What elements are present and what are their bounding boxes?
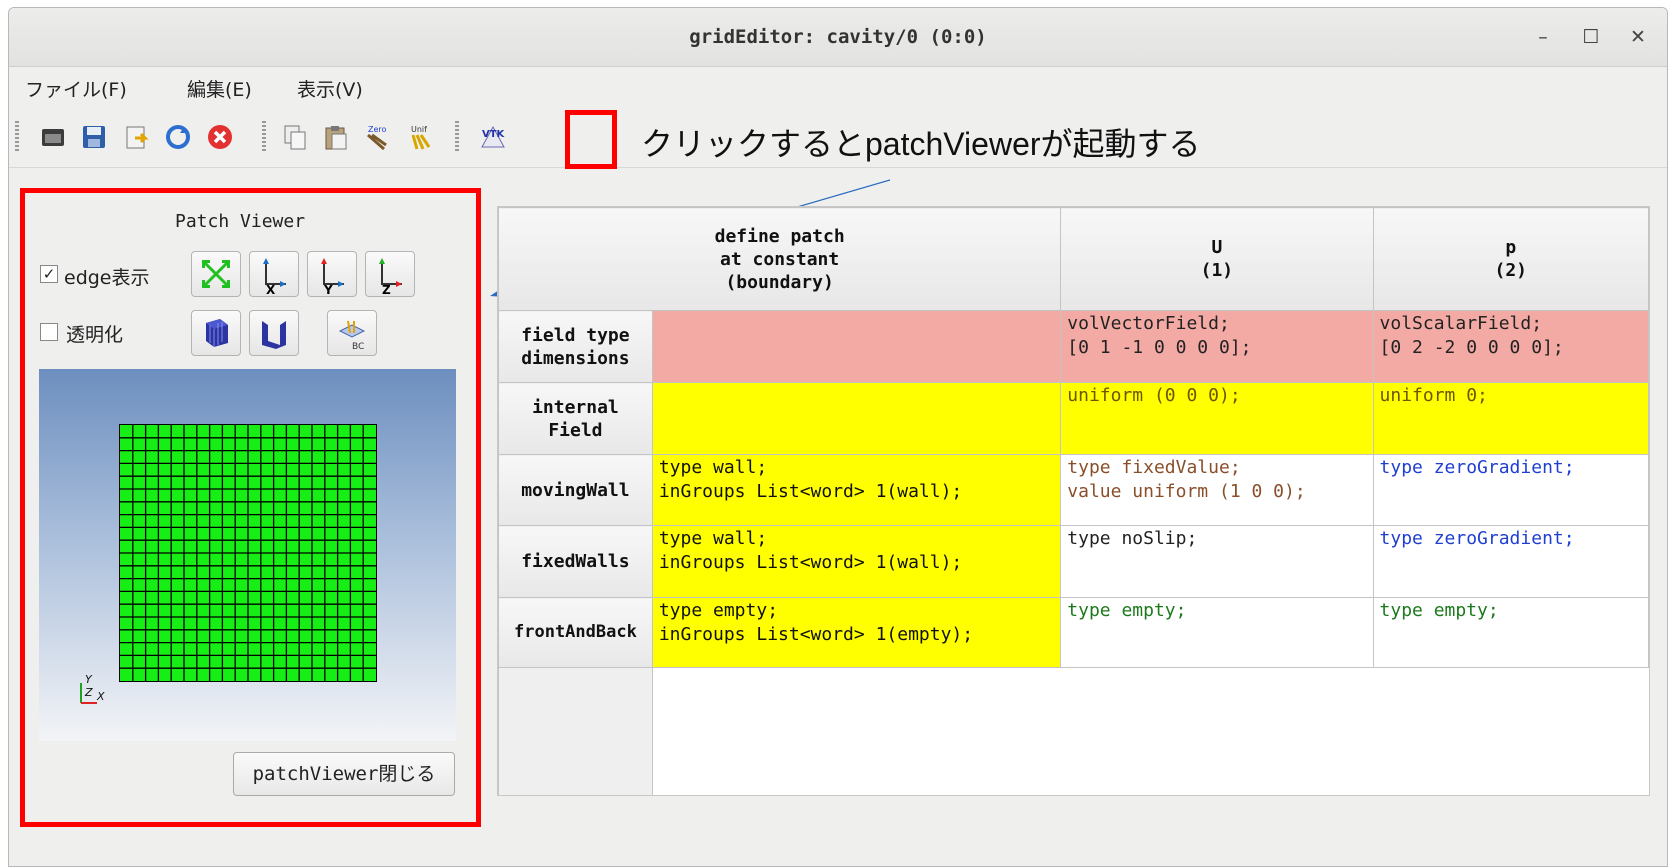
table-cell[interactable]: type wall; inGroups List<word> 1(wall); (651, 525, 1062, 598)
menu-file[interactable]: ファイル(F) (25, 75, 127, 102)
reload-icon[interactable] (164, 123, 192, 151)
toolbar-separator (455, 121, 459, 151)
mesh-grid-lines (120, 425, 376, 681)
toolbar-separator (262, 121, 266, 151)
table-cell[interactable]: uniform (0 0 0); (1060, 382, 1374, 455)
show-mesh-button[interactable] (191, 310, 241, 356)
empty-row (498, 667, 1649, 795)
table-cell[interactable]: type wall; inGroups List<word> 1(wall); (651, 454, 1062, 526)
mesh-patch (119, 424, 377, 682)
table-cell[interactable]: type fixedValue; value uniform (1 0 0); (1060, 454, 1374, 526)
axis-z-label: Z (84, 686, 93, 699)
axis-y-label: Y (85, 673, 93, 686)
svg-text:VTK: VTK (482, 129, 506, 140)
table-cell[interactable]: volScalarField; [0 2 -2 0 0 0 0]; (1372, 310, 1649, 383)
table-row: fixedWalls type wall; inGroups List<word… (498, 525, 1649, 598)
table-cell[interactable]: type zeroGradient; (1372, 525, 1649, 598)
menu-edit[interactable]: 編集(E) (187, 75, 252, 102)
boundary-grid: define patch at constant (boundary) U (1… (498, 207, 1649, 795)
svg-text:BC: BC (352, 342, 364, 352)
header-row: define patch at constant (boundary) U (1… (498, 207, 1649, 311)
vtk-icon-highlight (565, 110, 617, 169)
bc-icon: BC (338, 320, 366, 352)
axis-y-icon: Y (321, 258, 344, 297)
maximize-button[interactable]: ☐ (1579, 26, 1603, 48)
row-header-empty (498, 667, 653, 795)
window-title: gridEditor: cavity/0 (0:0) (689, 26, 987, 48)
table-cell[interactable]: type empty; (1060, 597, 1374, 668)
view-y-button[interactable]: Y (307, 251, 357, 297)
unif-clear-icon[interactable]: Unif (405, 123, 433, 151)
menu-bar: ファイル(F) 編集(E) 表示(V) (9, 67, 1667, 105)
transparent-checkbox[interactable] (40, 323, 58, 341)
row-header-fixed-walls[interactable]: fixedWalls (498, 525, 653, 598)
svg-text:Z: Z (382, 283, 391, 296)
surface-icon (262, 321, 286, 349)
axis-x-label: X (96, 690, 105, 703)
menu-view[interactable]: 表示(V) (297, 75, 363, 102)
patch-viewer-title: Patch Viewer (175, 211, 306, 232)
mesh-cube-icon (206, 319, 228, 347)
toolbar: Zero Unif VTK クリックするとpatchViewerが起動する (9, 105, 1667, 168)
cancel-icon[interactable] (206, 123, 234, 151)
table-cell[interactable]: volVectorField; [0 1 -1 0 0 0 0]; (1060, 310, 1374, 383)
row-header-field-type[interactable]: field type dimensions (498, 310, 653, 383)
table-cell[interactable]: type noSlip; (1060, 525, 1374, 598)
svg-text:Y: Y (323, 283, 333, 296)
empty-area (652, 667, 1649, 795)
view-x-button[interactable]: X (249, 251, 299, 297)
fit-view-icon (202, 260, 230, 288)
table-cell[interactable] (651, 382, 1062, 455)
svg-text:Zero: Zero (368, 125, 387, 134)
table-cell[interactable]: type zeroGradient; (1372, 454, 1649, 526)
edge-display-checkbox[interactable]: ✓ (40, 265, 58, 283)
close-patch-viewer-button[interactable]: patchViewer閉じる (233, 752, 455, 796)
title-bar: gridEditor: cavity/0 (0:0) – ☐ ✕ (9, 8, 1667, 67)
table-cell[interactable] (651, 310, 1062, 383)
edge-display-label: edge表示 (64, 267, 150, 289)
table-row: movingWall type wall; inGroups List<word… (498, 454, 1649, 526)
row-header-moving-wall[interactable]: movingWall (498, 454, 653, 526)
fit-view-button[interactable] (191, 251, 241, 297)
transparent-label: 透明化 (66, 324, 124, 346)
table-row: field type dimensions volVectorField; [0… (498, 310, 1649, 383)
row-header-front-and-back[interactable]: frontAndBack (498, 597, 653, 668)
save-icon[interactable] (80, 123, 108, 151)
toolbar-grip[interactable] (15, 121, 19, 151)
minimize-button[interactable]: – (1531, 26, 1555, 48)
open-folder-icon[interactable] (39, 123, 67, 151)
svg-text:Unif: Unif (411, 125, 427, 134)
paste-icon[interactable] (322, 123, 350, 151)
table-row: internal Field uniform (0 0 0); uniform … (498, 382, 1649, 455)
vtk-patch-viewer-icon[interactable]: VTK (479, 123, 507, 151)
show-surface-button[interactable] (249, 310, 299, 356)
svg-text:X: X (266, 283, 276, 296)
axis-x-icon: X (263, 258, 286, 297)
column-header-patch[interactable]: define patch at constant (boundary) (498, 207, 1062, 311)
toolbar-annotation: クリックするとpatchViewerが起動する (641, 126, 1201, 162)
table-cell[interactable]: uniform 0; (1372, 382, 1649, 455)
axis-z-icon: Z (379, 258, 402, 297)
axes-triad-icon: Y Z X (80, 673, 105, 704)
patch-3d-viewport[interactable]: Y Z X (39, 369, 456, 741)
table-cell[interactable]: type empty; (1372, 597, 1649, 668)
close-button[interactable]: ✕ (1626, 26, 1650, 48)
export-icon[interactable] (123, 123, 151, 151)
table-cell[interactable]: type empty; inGroups List<word> 1(empty)… (651, 597, 1062, 668)
boundary-condition-button[interactable]: BC (327, 310, 377, 356)
column-header-u[interactable]: U (1) (1060, 207, 1374, 311)
row-header-internal-field[interactable]: internal Field (498, 382, 653, 455)
copy-icon[interactable] (281, 123, 309, 151)
boundary-table: define patch at constant (boundary) U (1… (497, 206, 1650, 796)
view-z-button[interactable]: Z (365, 251, 415, 297)
table-row: frontAndBack type empty; inGroups List<w… (498, 597, 1649, 668)
zero-clear-icon[interactable]: Zero (362, 123, 390, 151)
column-header-p[interactable]: p (2) (1372, 207, 1649, 311)
